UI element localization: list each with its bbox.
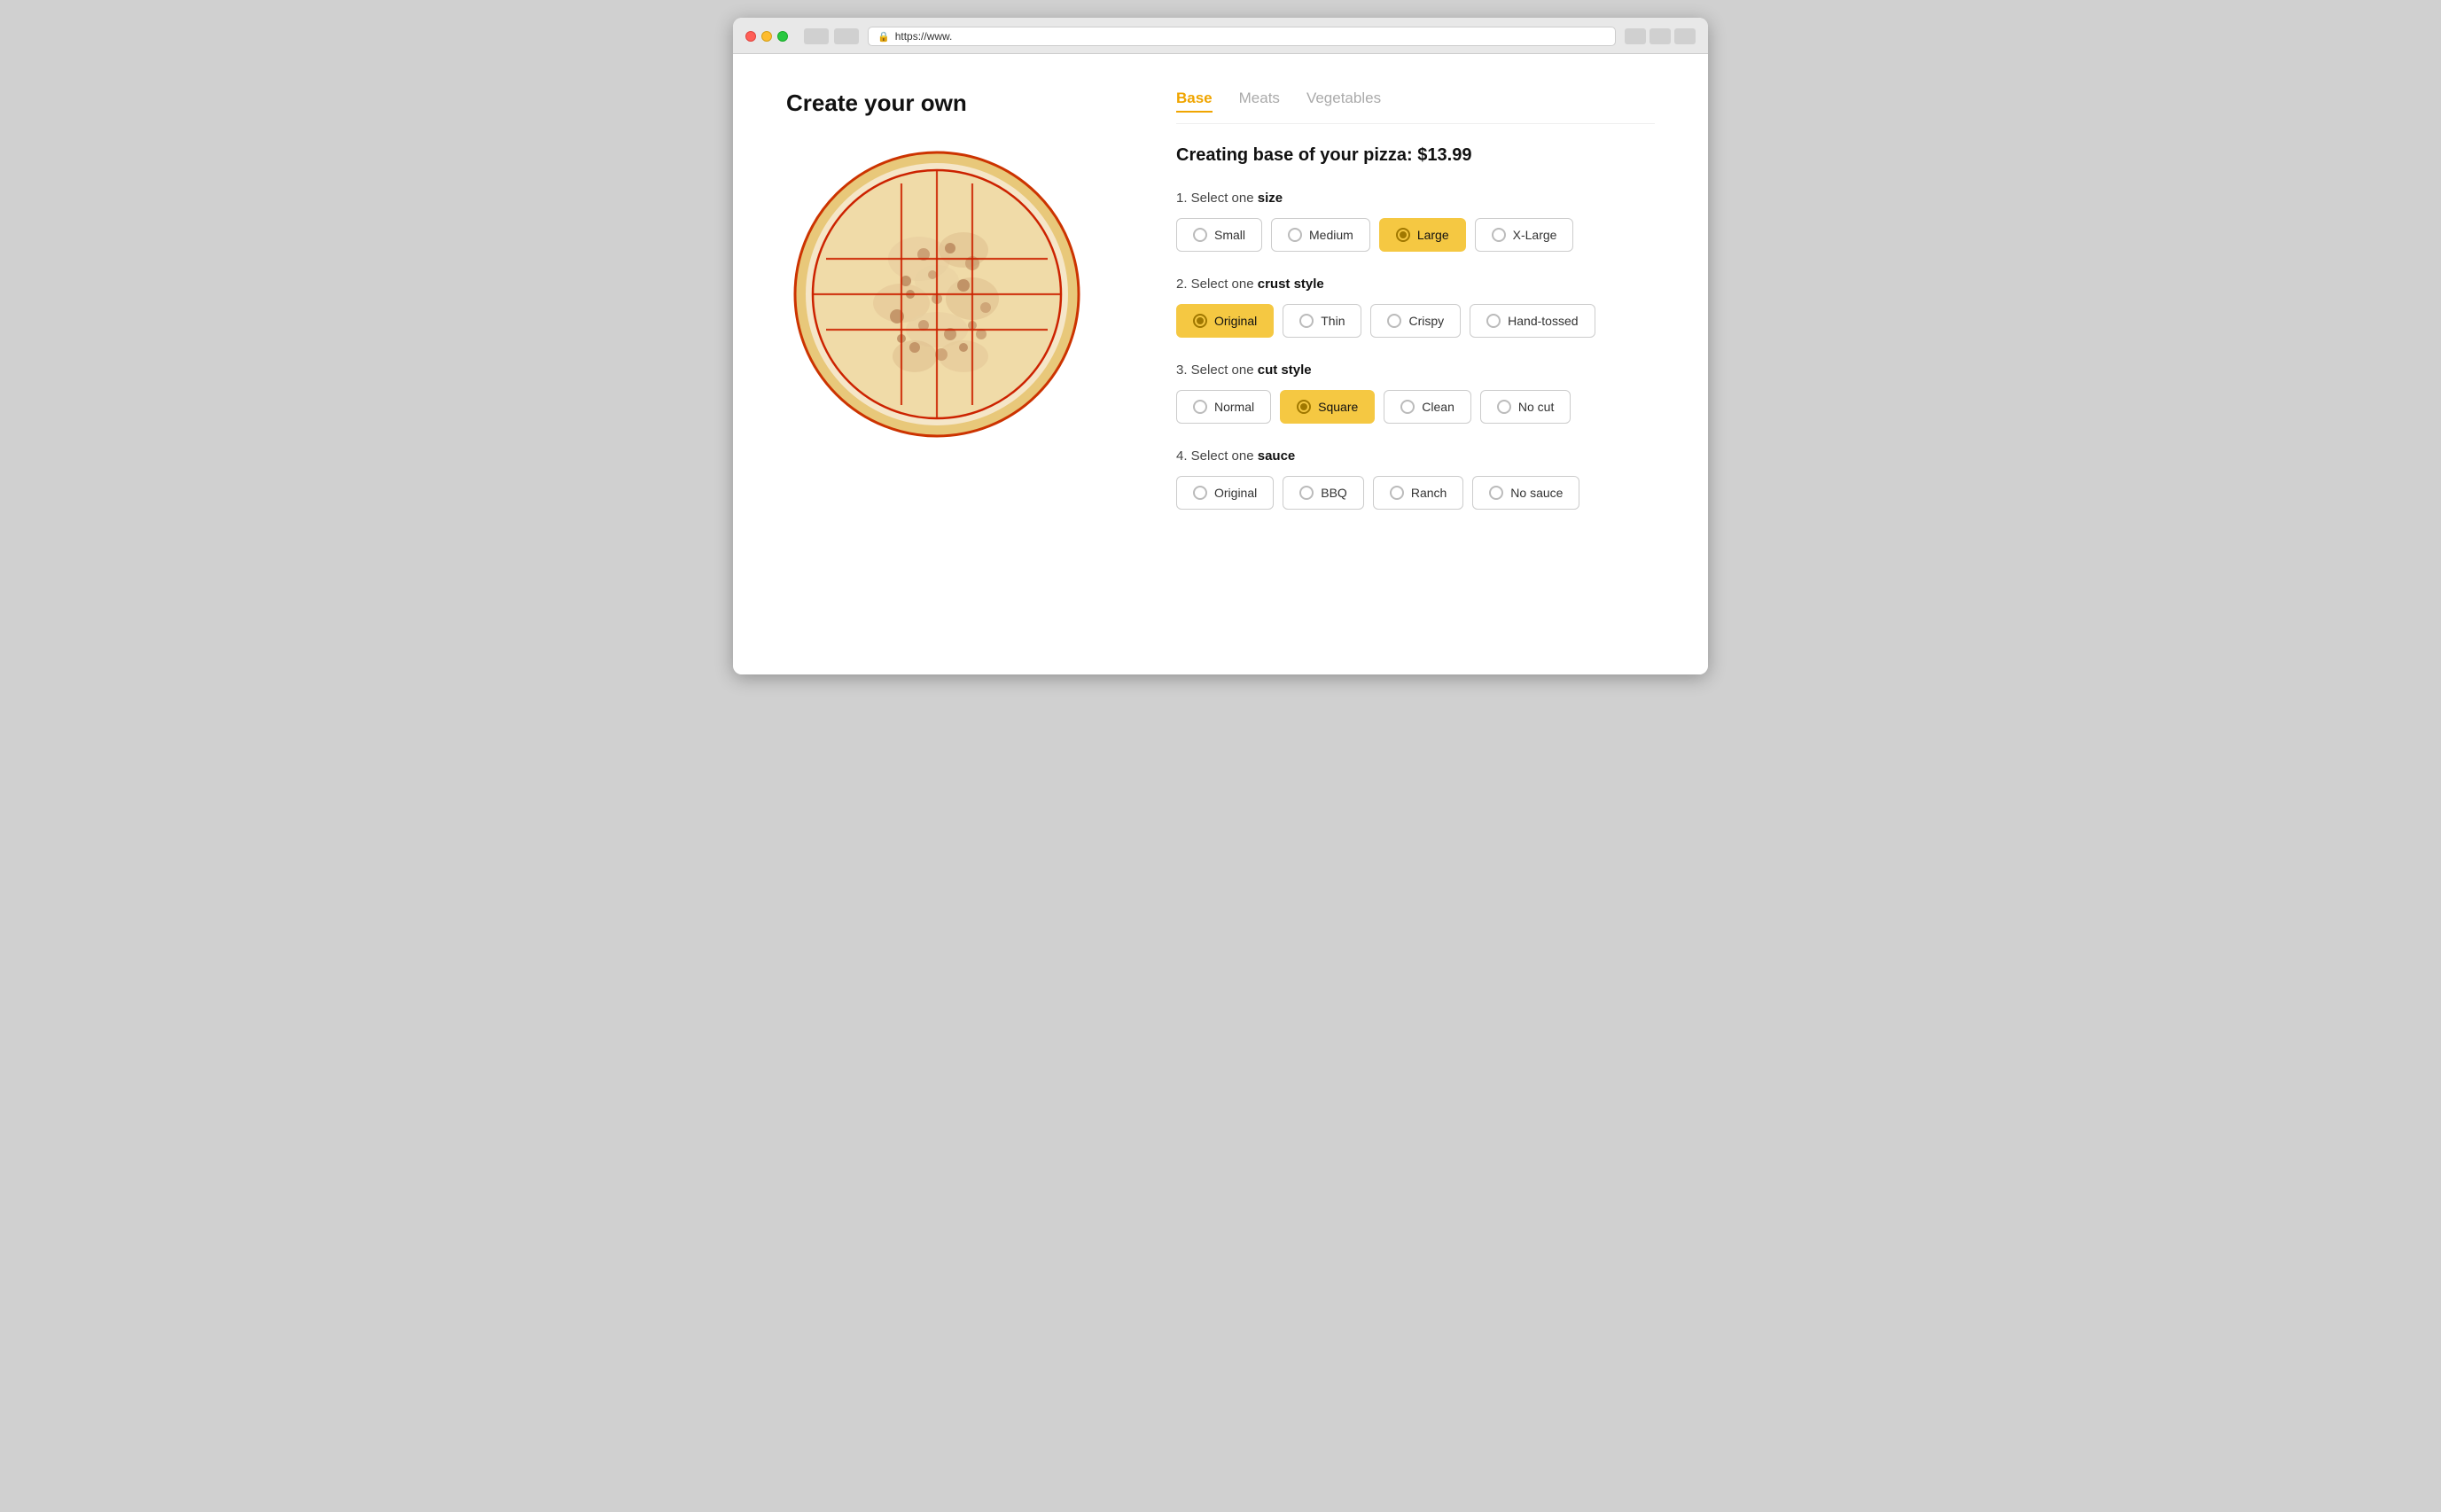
section-sauce-label: 4. Select one sauce: [1176, 448, 1655, 464]
section-crust: 2. Select one crust style Original Thin …: [1176, 277, 1655, 338]
minimize-button[interactable]: [761, 31, 772, 42]
option-xlarge[interactable]: X-Large: [1475, 218, 1574, 252]
radio-nocut: [1497, 400, 1511, 414]
share-button[interactable]: [1625, 28, 1646, 44]
radio-small: [1193, 228, 1207, 242]
price-title: Creating base of your pizza: $13.99: [1176, 145, 1655, 166]
traffic-lights: [745, 31, 788, 42]
option-bbq[interactable]: BBQ: [1283, 476, 1364, 510]
option-clean[interactable]: Clean: [1384, 390, 1471, 424]
crust-options: Original Thin Crispy Hand-tossed: [1176, 304, 1655, 338]
close-button[interactable]: [745, 31, 756, 42]
radio-thin: [1299, 314, 1314, 328]
option-original-crust[interactable]: Original: [1176, 304, 1274, 338]
tab-base[interactable]: Base: [1176, 90, 1213, 113]
address-bar[interactable]: 🔒 https://www.: [868, 27, 1616, 46]
forward-button[interactable]: [834, 28, 859, 44]
tab-vegetables[interactable]: Vegetables: [1306, 90, 1381, 113]
radio-ranch: [1390, 486, 1404, 500]
option-ranch[interactable]: Ranch: [1373, 476, 1463, 510]
option-original-sauce[interactable]: Original: [1176, 476, 1274, 510]
right-panel: Base Meats Vegetables Creating base of y…: [1176, 90, 1655, 621]
section-cut: 3. Select one cut style Normal Square Cl…: [1176, 362, 1655, 424]
add-tab-button[interactable]: [1674, 28, 1696, 44]
option-small[interactable]: Small: [1176, 218, 1262, 252]
size-options: Small Medium Large X-Large: [1176, 218, 1655, 252]
radio-original-sauce: [1193, 486, 1207, 500]
option-crispy[interactable]: Crispy: [1370, 304, 1461, 338]
browser-titlebar: 🔒 https://www.: [733, 18, 1708, 54]
pizza-svg: [786, 144, 1088, 445]
cut-options: Normal Square Clean No cut: [1176, 390, 1655, 424]
sauce-options: Original BBQ Ranch No sauce: [1176, 476, 1655, 510]
radio-nosause: [1489, 486, 1503, 500]
option-normal[interactable]: Normal: [1176, 390, 1271, 424]
option-large[interactable]: Large: [1379, 218, 1466, 252]
back-button[interactable]: [804, 28, 829, 44]
page-title: Create your own: [786, 90, 1123, 117]
radio-crispy: [1387, 314, 1401, 328]
browser-controls: [804, 28, 859, 44]
radio-bbq: [1299, 486, 1314, 500]
section-size-label: 1. Select one size: [1176, 191, 1655, 206]
option-nocut[interactable]: No cut: [1480, 390, 1571, 424]
section-sauce: 4. Select one sauce Original BBQ Ranch: [1176, 448, 1655, 510]
maximize-button[interactable]: [777, 31, 788, 42]
radio-square: [1297, 400, 1311, 414]
tabs-nav: Base Meats Vegetables: [1176, 90, 1655, 124]
section-cut-label: 3. Select one cut style: [1176, 362, 1655, 378]
option-medium[interactable]: Medium: [1271, 218, 1370, 252]
browser-content: Create your own: [733, 54, 1708, 674]
option-square[interactable]: Square: [1280, 390, 1375, 424]
option-nosause[interactable]: No sauce: [1472, 476, 1579, 510]
url-text: https://www.: [895, 30, 953, 43]
pizza-visual: [786, 144, 1088, 445]
option-handtossed[interactable]: Hand-tossed: [1470, 304, 1595, 338]
browser-window: 🔒 https://www. Create your own: [733, 18, 1708, 674]
section-crust-label: 2. Select one crust style: [1176, 277, 1655, 292]
radio-large: [1396, 228, 1410, 242]
radio-xlarge: [1492, 228, 1506, 242]
radio-handtossed: [1486, 314, 1501, 328]
option-thin[interactable]: Thin: [1283, 304, 1361, 338]
radio-clean: [1400, 400, 1415, 414]
tab-meats[interactable]: Meats: [1239, 90, 1280, 113]
section-size: 1. Select one size Small Medium Large: [1176, 191, 1655, 252]
left-panel: Create your own: [786, 90, 1123, 621]
radio-original-crust: [1193, 314, 1207, 328]
menu-button[interactable]: [1649, 28, 1671, 44]
radio-medium: [1288, 228, 1302, 242]
browser-toolbar-right: [1625, 28, 1696, 44]
lock-icon: 🔒: [877, 31, 890, 43]
radio-normal: [1193, 400, 1207, 414]
